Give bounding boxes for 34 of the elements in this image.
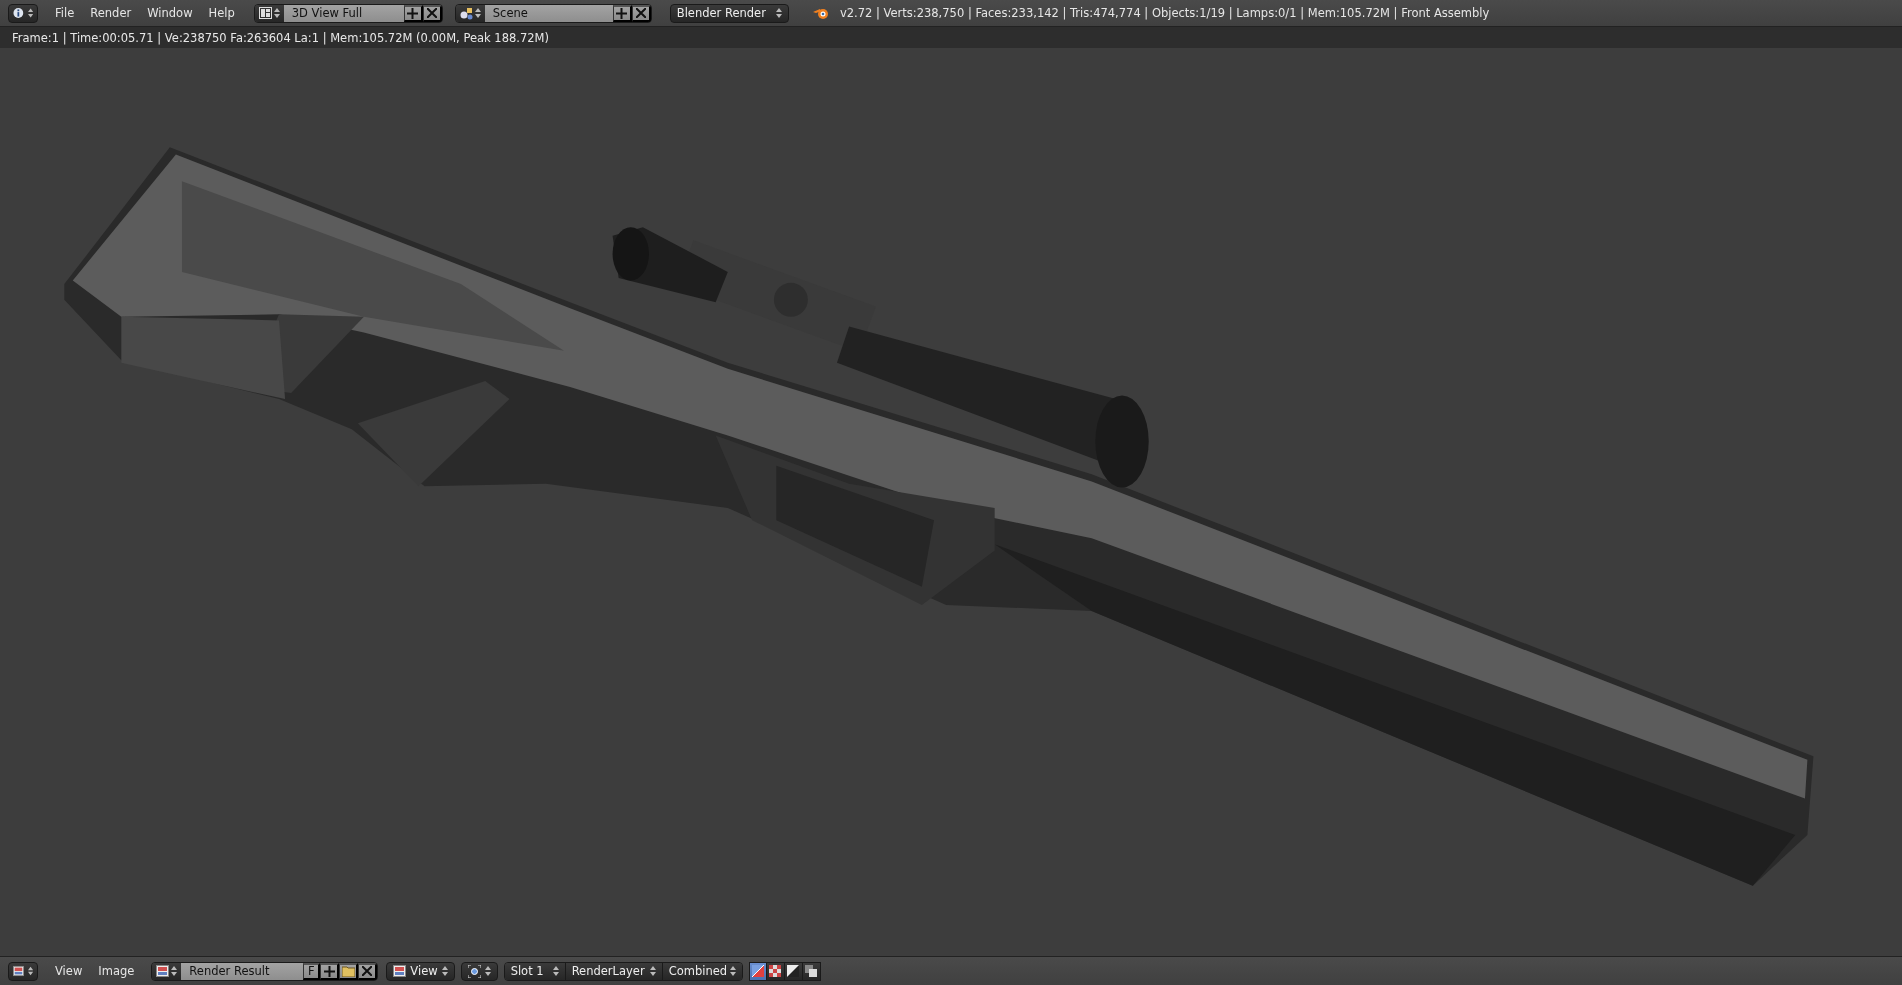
info-icon: [13, 7, 24, 19]
pivot-dropdown[interactable]: [460, 961, 498, 981]
menu-item[interactable]: Image: [91, 964, 142, 978]
slot-dropdown[interactable]: Slot 1: [504, 962, 565, 980]
image-icon: [13, 965, 24, 977]
editor-type-button[interactable]: [8, 961, 38, 981]
menu-item[interactable]: View: [48, 964, 90, 978]
overlap-squares-icon: [805, 965, 818, 977]
updown-arrows-icon: [484, 966, 491, 976]
display-channel-toggle[interactable]: [748, 961, 767, 981]
updown-arrows-icon: [27, 966, 33, 976]
menu-item[interactable]: File: [48, 6, 82, 20]
menu-item[interactable]: Window: [140, 6, 200, 20]
menu-item[interactable]: Render: [83, 6, 139, 20]
updown-arrows-icon: [649, 966, 656, 976]
updown-arrows-icon: [552, 966, 559, 976]
image-icon: [393, 965, 407, 977]
editor-type-button[interactable]: [8, 3, 38, 23]
view-mode-dropdown[interactable]: View: [386, 961, 455, 981]
render-engine-dropdown[interactable]: Blender Render: [669, 3, 789, 23]
updown-arrows-icon: [775, 8, 782, 18]
color-alpha-icon: [751, 965, 764, 977]
gradient-icon: [787, 965, 800, 977]
render-info-text: Frame:1 | Time:00:05.71 | Ve:238750 Fa:263604 La:1 | Mem:105.72M (0.00M, Peak 188.72M): [12, 30, 549, 45]
blender-logo-icon: [812, 6, 830, 20]
scene-statistics: v2.72 | Verts:238,750 | Faces:233,142 | Tris:474,774 | Objects:1/19 | Lamps:0/1 | Mem:105.72M | Front Assembly: [839, 6, 1490, 20]
menu-item[interactable]: Help: [201, 6, 242, 20]
updown-arrows-icon: [27, 8, 33, 18]
updown-arrows-icon: [441, 966, 448, 976]
checkerboard-icon: [769, 965, 782, 977]
render-pass-dropdown[interactable]: Combined: [661, 962, 742, 980]
render-layer-dropdown[interactable]: RenderLayer: [564, 962, 662, 980]
updown-arrows-icon: [729, 966, 736, 976]
pivot-icon: [467, 964, 481, 978]
